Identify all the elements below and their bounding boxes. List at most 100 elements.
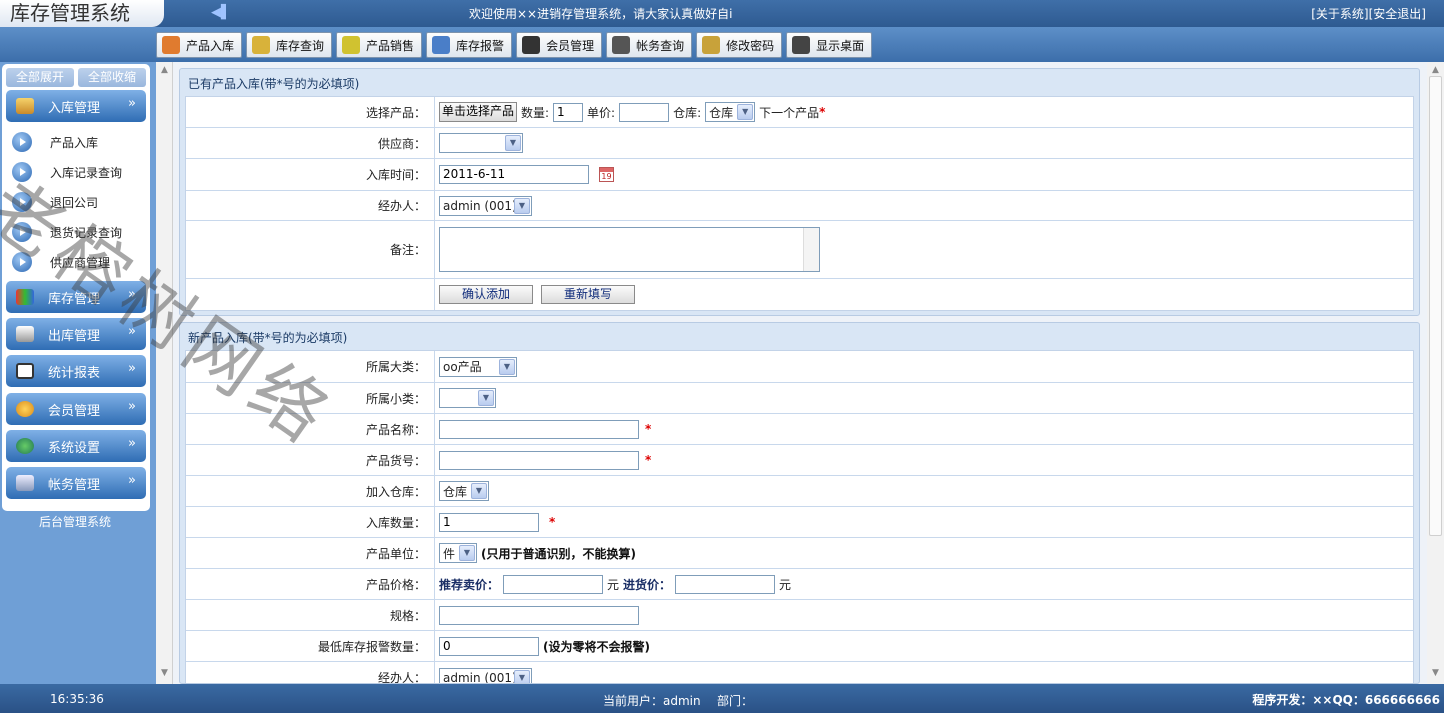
in-date-input[interactable]: 2011-6-11 bbox=[439, 165, 589, 184]
scroll-up-icon[interactable]: ▲ bbox=[159, 65, 170, 76]
about-system-link[interactable]: [关于系统] bbox=[1311, 7, 1368, 21]
sell-price-input[interactable] bbox=[503, 574, 604, 594]
unit-price-input[interactable] bbox=[619, 102, 670, 122]
handler-select[interactable]: admin (001) ▼ bbox=[439, 195, 532, 216]
chevron-down-icon: ▼ bbox=[514, 197, 530, 214]
collapse-all-button[interactable]: 全部收缩 bbox=[78, 68, 146, 87]
menu-group-inventory[interactable]: 库存管理 » bbox=[6, 281, 146, 313]
menu-group-reports[interactable]: 统计报表 » bbox=[6, 355, 146, 387]
nav-button-6[interactable]: 修改密码 bbox=[696, 32, 783, 58]
sidebar-item-in-records[interactable]: 入库记录查询 bbox=[12, 160, 142, 184]
buy-price-input[interactable] bbox=[675, 574, 776, 594]
form-row-note: 备注： bbox=[186, 221, 1413, 279]
form-row-product: 选择产品： 单击选择产品 数量: 1 单价: 仓库: 仓库 ▼ 下一个产品 * bbox=[186, 97, 1413, 128]
top-header: 库存管理系统 ◀▌ 欢迎使用××进销存管理系统，请大家认真做好自i [关于系统]… bbox=[0, 0, 1444, 27]
key-icon bbox=[702, 36, 721, 54]
current-user: 当前用户：admin bbox=[603, 694, 701, 708]
form-row-spec: 规格： bbox=[186, 600, 1413, 631]
select-product-button[interactable]: 单击选择产品 bbox=[439, 102, 517, 122]
accounts-icon bbox=[16, 475, 34, 491]
form-row-name: 产品名称： * bbox=[186, 414, 1413, 445]
chevron-down-icon: ▼ bbox=[514, 669, 530, 683]
menu-group-members[interactable]: 会员管理 » bbox=[6, 393, 146, 425]
nav-button-5[interactable]: 帐务查询 bbox=[606, 32, 693, 58]
unit-select[interactable]: 件 ▼ bbox=[439, 543, 477, 563]
product-code-input[interactable] bbox=[439, 450, 639, 470]
panel-title: 新产品入库(带*号的为必填项) bbox=[188, 331, 348, 345]
developer-info: 程序开发：××QQ：666666666 bbox=[1252, 693, 1440, 707]
subcategory-select[interactable]: ▼ bbox=[439, 388, 496, 408]
play-icon bbox=[12, 192, 32, 212]
chevron-down-icon: ▼ bbox=[505, 135, 521, 151]
clipboard-icon bbox=[612, 36, 631, 54]
reset-button[interactable]: 重新填写 bbox=[541, 285, 635, 304]
warehouse-select[interactable]: 仓库 ▼ bbox=[705, 102, 756, 122]
form-row-handler: 经办人： admin (001) ▼ bbox=[186, 191, 1413, 221]
supplier-select[interactable]: ▼ bbox=[439, 133, 523, 153]
min-stock-alarm-input[interactable]: 0 bbox=[439, 636, 539, 656]
form-row-quantity: 入库数量： 1 * bbox=[186, 507, 1413, 538]
sidebar-item-supplier[interactable]: 供应商管理 bbox=[12, 250, 142, 274]
settings-icon bbox=[16, 438, 34, 454]
nav-button-4[interactable]: 会员管理 bbox=[516, 32, 603, 58]
sidebar-item-return-records[interactable]: 退货记录查询 bbox=[12, 220, 142, 244]
department: 部门： bbox=[717, 694, 754, 708]
next-product-link[interactable]: 下一个产品 bbox=[759, 104, 819, 121]
new-product-form: 所属大类： oo产品 ▼ 所属小类： ▼ 产品名称： * 产品货号： * 加入仓库… bbox=[185, 350, 1414, 683]
form-row-subcategory: 所属小类： ▼ bbox=[186, 383, 1413, 414]
nav-toolbar: 产品入库 库存查询 产品销售 库存报警 会员管理 帐务查询 修改密码 显示桌面 bbox=[0, 27, 1444, 62]
menu-group-stock-out[interactable]: 出库管理 » bbox=[6, 318, 146, 350]
stock-in-icon bbox=[16, 98, 34, 114]
tag-icon bbox=[342, 36, 361, 54]
nav-button-0[interactable]: 产品入库 bbox=[156, 32, 243, 58]
in-quantity-input[interactable]: 1 bbox=[439, 512, 539, 532]
textarea-scrollbar[interactable] bbox=[803, 228, 819, 271]
menu-group-accounts[interactable]: 帐务管理 » bbox=[6, 467, 146, 499]
menu-group-stock-in[interactable]: 入库管理 » bbox=[6, 90, 146, 122]
app-logo: 库存管理系统 bbox=[0, 0, 164, 27]
scroll-up-icon[interactable]: ▲ bbox=[1430, 65, 1441, 76]
stock-out-icon bbox=[16, 326, 34, 342]
chevron-down-icon: ▼ bbox=[499, 358, 515, 375]
form-row-code: 产品货号： * bbox=[186, 445, 1413, 476]
left-scrollbar[interactable]: ▲ ▼ bbox=[156, 62, 173, 684]
nav-button-1[interactable]: 库存查询 bbox=[246, 32, 333, 58]
chevron-down-icon: ▼ bbox=[478, 390, 494, 406]
scroll-down-icon[interactable]: ▼ bbox=[159, 668, 170, 679]
calendar-icon[interactable]: 19 bbox=[599, 167, 614, 182]
form-row-handler: 经办人： admin (001) ▼ bbox=[186, 662, 1413, 683]
clock: 16:35:36 bbox=[50, 692, 104, 706]
warehouse-select[interactable]: 仓库 ▼ bbox=[439, 481, 489, 501]
sidebar-item-return-company[interactable]: 退回公司 bbox=[12, 190, 142, 214]
chevron-icon: » bbox=[128, 96, 136, 111]
inventory-icon bbox=[16, 289, 34, 305]
safe-logout-link[interactable]: [安全退出] bbox=[1369, 7, 1426, 21]
new-product-panel: 新产品入库(带*号的为必填项) 所属大类： oo产品 ▼ 所属小类： ▼ 产品名称… bbox=[179, 322, 1420, 684]
sidebar-item-product-in[interactable]: 产品入库 bbox=[12, 130, 142, 154]
spec-input[interactable] bbox=[439, 605, 639, 625]
nav-button-7[interactable]: 显示桌面 bbox=[786, 32, 873, 58]
scroll-down-icon[interactable]: ▼ bbox=[1430, 668, 1441, 679]
chevron-icon: » bbox=[128, 473, 136, 488]
quantity-input[interactable]: 1 bbox=[553, 102, 584, 122]
nav-button-3[interactable]: 库存报警 bbox=[426, 32, 513, 58]
note-textarea[interactable] bbox=[439, 227, 820, 272]
panel-title: 已有产品入库(带*号的为必填项) bbox=[188, 77, 360, 91]
expand-all-button[interactable]: 全部展开 bbox=[6, 68, 74, 87]
product-name-input[interactable] bbox=[439, 419, 639, 439]
folder-icon bbox=[252, 36, 271, 54]
play-icon bbox=[12, 222, 32, 242]
menu-group-settings[interactable]: 系统设置 » bbox=[6, 430, 146, 462]
scroll-thumb[interactable] bbox=[1429, 76, 1442, 536]
form-row-alarm: 最低库存报警数量： 0 (设为零将不会报警) bbox=[186, 631, 1413, 662]
speaker-icon bbox=[432, 36, 451, 54]
toggle-sidebar-icon[interactable]: ◀▌ bbox=[211, 5, 231, 21]
chevron-icon: » bbox=[128, 287, 136, 302]
handler-select[interactable]: admin (001) ▼ bbox=[439, 667, 532, 683]
nav-button-2[interactable]: 产品销售 bbox=[336, 32, 423, 58]
chevron-icon: » bbox=[128, 324, 136, 339]
confirm-add-button[interactable]: 确认添加 bbox=[439, 285, 533, 304]
right-scrollbar[interactable]: ▲ ▼ bbox=[1427, 62, 1444, 684]
chevron-icon: » bbox=[128, 436, 136, 451]
category-select[interactable]: oo产品 ▼ bbox=[439, 356, 517, 377]
